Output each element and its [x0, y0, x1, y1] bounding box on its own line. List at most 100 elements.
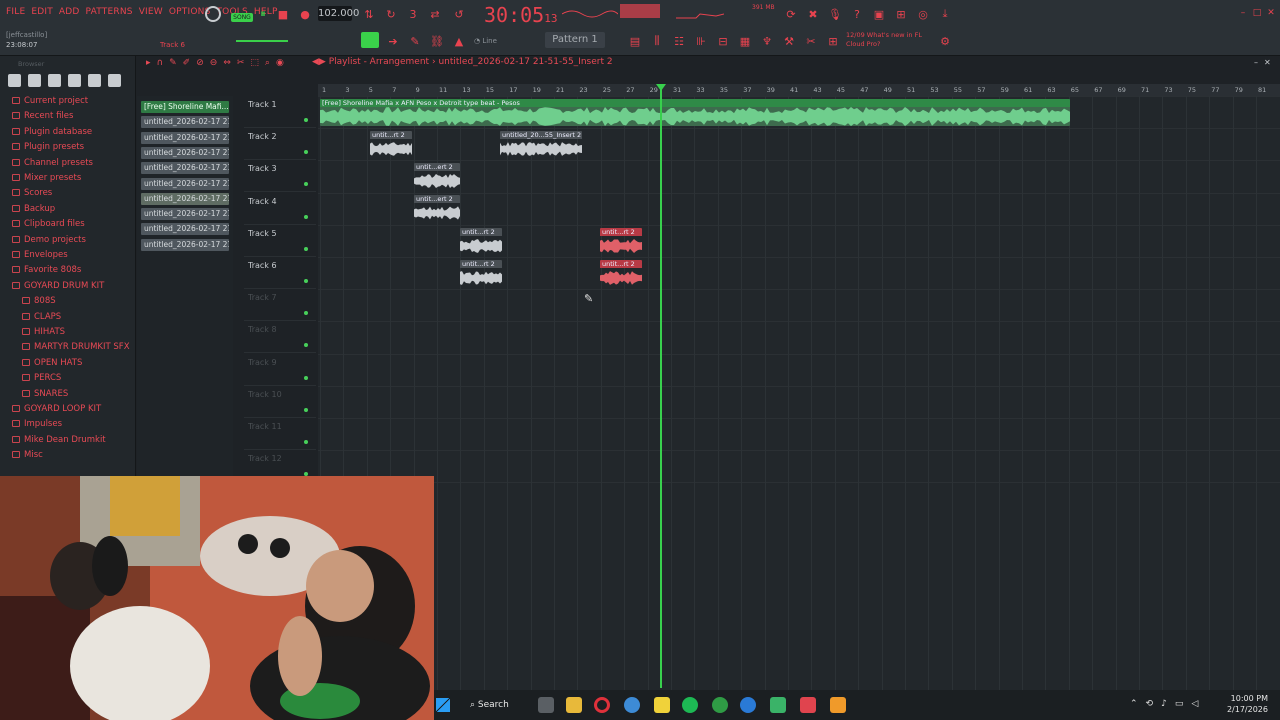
browser-item[interactable]: Demo projects	[12, 235, 86, 245]
browser-file-icon[interactable]	[28, 74, 41, 87]
playlist-draw-icon[interactable]: ✎	[169, 58, 177, 68]
playlist-paint-icon[interactable]: ✐	[183, 58, 191, 68]
refresh-icon[interactable]: ⟳	[784, 7, 798, 21]
tray-display-icon[interactable]: ▭	[1175, 699, 1184, 709]
browser-item[interactable]: 808S	[22, 296, 56, 306]
track-header[interactable]: Track 9	[244, 354, 316, 386]
track-mute-led[interactable]	[304, 214, 308, 219]
clip-main-beat[interactable]: [Free] Shoreline Mafia x AFN Peso x Detr…	[320, 99, 1070, 126]
browser-item[interactable]: MARTYR DRUMKIT SFX	[22, 342, 130, 352]
step-edit-icon[interactable]: ⇄	[428, 7, 442, 21]
opera-icon[interactable]	[594, 697, 610, 713]
wrench-icon[interactable]: ⚒	[782, 34, 796, 48]
track-header[interactable]: Track 2	[244, 128, 316, 161]
track-header[interactable]: Track 10	[244, 386, 316, 418]
playlist-select-icon[interactable]: ⬚	[250, 58, 259, 68]
browser-item[interactable]: PERCS	[22, 373, 61, 383]
clip-track3[interactable]: untit...ert 2	[414, 163, 460, 191]
browser-back-icon[interactable]	[48, 74, 61, 87]
task-view-icon[interactable]	[538, 697, 554, 713]
tray-chevron-icon[interactable]: ⌃	[1130, 699, 1138, 709]
menu-edit[interactable]: EDIT	[31, 7, 53, 17]
help-icon[interactable]: ?	[850, 7, 864, 21]
track-mute-led[interactable]	[304, 246, 308, 251]
pattern-snap-icon[interactable]: ⇅	[362, 7, 376, 21]
playlist-mute-icon[interactable]: ⊖	[210, 58, 218, 68]
clip-source-button[interactable]: untitled_2026-02-17 21-...	[141, 162, 229, 175]
browser-item[interactable]: Impulses	[12, 419, 62, 429]
menu-file[interactable]: FILE	[6, 7, 25, 17]
tray-volume-icon[interactable]: ◁	[1191, 699, 1198, 709]
track-mute-led[interactable]	[304, 407, 308, 412]
master-volume-slider[interactable]	[236, 40, 288, 42]
clip-source-button[interactable]: untitled_2026-02-17 21-...	[141, 146, 229, 159]
track-header[interactable]: Track 4	[244, 193, 316, 225]
taskbar-search[interactable]: ⌕ Search	[470, 696, 528, 714]
tempo-display[interactable]: 102.000	[318, 6, 359, 21]
browser-item[interactable]: GOYARD LOOP KIT	[12, 404, 101, 414]
countdown-icon[interactable]: ↺	[452, 7, 466, 21]
start-button[interactable]	[436, 698, 450, 712]
browser-options-icon[interactable]	[8, 74, 21, 87]
pattern-selector[interactable]: Pattern 1	[545, 32, 605, 48]
track-mute-led[interactable]	[304, 118, 308, 122]
fl-studio-icon[interactable]	[830, 697, 846, 713]
clip-source-button[interactable]: untitled_2026-02-17 21-...	[141, 116, 229, 129]
clip-source-button[interactable]: untitled_2026-02-17 21-...	[141, 192, 229, 205]
browser-item[interactable]: Clipboard files	[12, 219, 85, 229]
piano-roll-icon[interactable]: ⊪	[694, 34, 708, 48]
browser-item[interactable]: Mike Dean Drumkit	[12, 435, 106, 445]
channel-rack-icon[interactable]: ⫼	[650, 34, 664, 48]
clip-source-button[interactable]: [Free] Shoreline Mafi...	[141, 101, 229, 113]
clock-time[interactable]: 10:00 PM	[1231, 694, 1268, 703]
mixer-icon[interactable]: ☷	[672, 34, 686, 48]
playlist-slip-icon[interactable]: ⇔	[223, 58, 231, 68]
timeline-ruler[interactable]: 1 3 5 7 9 11 13 15 17 19 21 23 25 27 29 31 33 35 37 39 41 43 4…	[318, 84, 1280, 96]
plugin-picker-icon[interactable]: ▦	[738, 34, 752, 48]
track-mute-led[interactable]	[304, 279, 308, 283]
browser-item[interactable]: Favorite 808s	[12, 265, 81, 275]
clip-track5-a[interactable]: untit...rt 2	[460, 228, 502, 256]
browser-item[interactable]: SNARES	[22, 389, 68, 399]
clip-source-button[interactable]: untitled_2026-02-17 21-...	[141, 223, 229, 236]
loop-record-icon[interactable]: ↻	[384, 7, 398, 21]
browser-star-icon[interactable]	[108, 74, 121, 87]
browser-item[interactable]: Envelopes	[12, 250, 68, 260]
track-mute-led[interactable]	[304, 182, 308, 187]
stop-button[interactable]: ■	[276, 7, 290, 21]
playlist-magnet-icon[interactable]: ∩	[157, 58, 164, 68]
battlenet-icon[interactable]	[740, 697, 756, 713]
chrome-icon[interactable]	[624, 697, 640, 713]
playhead-line[interactable]	[660, 84, 662, 688]
clip-source-button[interactable]: untitled_2026-02-17 21-...	[141, 131, 229, 144]
tray-sync-icon[interactable]: ⟲	[1146, 699, 1154, 709]
save-icon[interactable]: ▣	[872, 7, 886, 21]
track-header[interactable]: Track 11	[244, 418, 316, 450]
track-mute-led[interactable]	[304, 150, 308, 155]
browser-item[interactable]: CLAPS	[22, 312, 61, 322]
close-window-icon[interactable]: ✕	[1264, 6, 1278, 20]
spotify-icon[interactable]	[682, 697, 698, 713]
snap-line-label[interactable]: ◔ Line	[474, 37, 497, 45]
android-studio-icon[interactable]	[770, 697, 786, 713]
browser-item[interactable]: Plugin presets	[12, 142, 84, 152]
track-header[interactable]: Track 8	[244, 321, 316, 354]
browser-item[interactable]: Mixer presets	[12, 173, 81, 183]
panic-icon[interactable]: ✖	[806, 7, 820, 21]
clip-source-button[interactable]: untitled_2026-02-17 21-...	[141, 208, 229, 221]
menu-view[interactable]: VIEW	[139, 7, 163, 17]
metronome-knob[interactable]	[205, 6, 221, 22]
track-header[interactable]: Track 3	[244, 160, 316, 193]
clip-source-button[interactable]: untitled_2026-02-17 21-...	[141, 177, 229, 190]
news-settings-icon[interactable]: ⚙	[938, 34, 952, 48]
playlist-arrow-icon[interactable]: ◀▶	[312, 57, 329, 67]
tray-mic-icon[interactable]: ♪	[1161, 699, 1167, 709]
browser-item[interactable]: Scores	[12, 188, 52, 198]
playlist-close-icon[interactable]: ✕	[1264, 58, 1271, 67]
sample-icon[interactable]: ✂	[804, 34, 818, 48]
link-icon[interactable]: ⛓	[430, 34, 444, 48]
download-icon[interactable]: ⤓	[938, 7, 952, 21]
file-explorer-icon[interactable]	[566, 697, 582, 713]
menu-add[interactable]: ADD	[59, 7, 80, 17]
browser-icon[interactable]: ⊟	[716, 34, 730, 48]
